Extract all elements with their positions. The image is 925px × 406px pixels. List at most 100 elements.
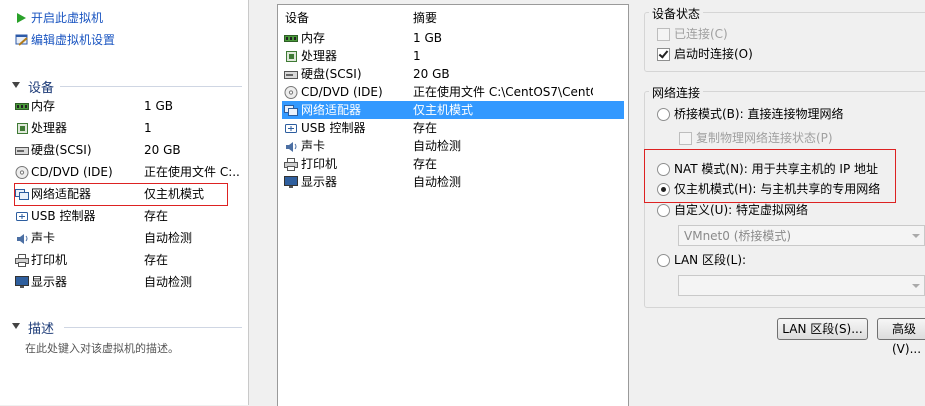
hard-disk-icon bbox=[15, 143, 29, 156]
section-divider bbox=[64, 327, 242, 328]
processor-icon bbox=[284, 50, 298, 62]
device-status-title: 设备状态 bbox=[649, 5, 704, 22]
description-section-header[interactable]: 描述 bbox=[12, 318, 54, 337]
device-list-item[interactable]: 打印机 存在 bbox=[15, 250, 240, 270]
edit-settings-link[interactable]: 编辑虚拟机设置 bbox=[15, 31, 115, 49]
device-summary: 存在 bbox=[144, 209, 169, 223]
replicate-state-label: 复制物理网络连接状态(P) bbox=[696, 131, 833, 145]
table-row[interactable]: 硬盘(SCSI) 20 GB bbox=[282, 65, 624, 83]
memory-icon bbox=[15, 99, 29, 112]
table-cell-summary: 20 GB bbox=[413, 67, 450, 81]
hard-disk-icon bbox=[284, 68, 298, 80]
device-list-item[interactable]: USB 控制器 存在 bbox=[15, 206, 240, 226]
lan-segments-button[interactable]: LAN 区段(S)... bbox=[777, 318, 868, 340]
table-row[interactable]: 打印机 存在 bbox=[282, 155, 624, 173]
description-input[interactable]: 在此处键入对该虚拟机的描述。 bbox=[25, 340, 179, 356]
device-name: 显示器 bbox=[31, 275, 68, 289]
memory-icon bbox=[284, 32, 298, 44]
chevron-down-icon bbox=[912, 284, 920, 288]
table-cell-summary: 存在 bbox=[413, 157, 438, 171]
chevron-down-icon bbox=[912, 234, 920, 238]
table-cell-summary: 正在使用文件 C:\CentOS7\CentOS-... bbox=[413, 85, 593, 99]
processor-icon bbox=[15, 121, 29, 134]
devices-section-title: 设备 bbox=[28, 81, 55, 96]
checkbox-icon bbox=[657, 28, 670, 41]
sound-card-icon bbox=[15, 231, 29, 244]
cd-dvd-icon bbox=[15, 165, 29, 179]
collapse-arrow-icon bbox=[12, 82, 20, 88]
edit-settings-label: 编辑虚拟机设置 bbox=[31, 33, 116, 47]
table-row[interactable]: 显示器 自动检测 bbox=[282, 173, 624, 191]
device-name: USB 控制器 bbox=[31, 209, 96, 223]
printer-icon bbox=[15, 253, 29, 267]
table-row[interactable]: 网络适配器 仅主机模式 bbox=[282, 101, 624, 119]
devices-section-header[interactable]: 设备 bbox=[12, 77, 54, 96]
display-icon bbox=[15, 275, 29, 288]
edit-settings-icon bbox=[15, 34, 28, 46]
power-on-link[interactable]: 开启此虚拟机 bbox=[15, 9, 103, 27]
lan-segment-label: LAN 区段(L): bbox=[674, 253, 747, 267]
device-list-item[interactable]: 声卡 自动检测 bbox=[15, 228, 240, 248]
network-adapter-icon bbox=[284, 104, 298, 116]
device-list-item[interactable]: CD/DVD (IDE) 正在使用文件 C:... bbox=[15, 162, 240, 182]
device-summary: 正在使用文件 C:... bbox=[144, 165, 240, 179]
table-row[interactable]: USB 控制器 存在 bbox=[282, 119, 624, 137]
power-on-label: 开启此虚拟机 bbox=[31, 11, 104, 25]
custom-network-select[interactable]: VMnet0 (桥接模式) bbox=[678, 225, 925, 246]
device-list-item[interactable]: 处理器 1 bbox=[15, 118, 240, 138]
device-summary: 自动检测 bbox=[144, 275, 193, 289]
device-list-item[interactable]: 显示器 自动检测 bbox=[15, 272, 240, 292]
play-icon bbox=[17, 13, 26, 23]
device-name: 处理器 bbox=[31, 121, 68, 135]
table-cell-summary: 自动检测 bbox=[413, 139, 462, 153]
device-summary: 1 bbox=[144, 121, 152, 135]
table-cell-summary: 1 bbox=[413, 49, 421, 63]
highlight-box bbox=[644, 149, 896, 203]
device-table: 设备 摘要 内存 1 GB 处理器 1 硬盘(SCSI) 20 GB CD/DVD (IDE… bbox=[277, 4, 629, 406]
device-name: CD/DVD (IDE) bbox=[31, 165, 113, 179]
table-cell-device: 网络适配器 bbox=[301, 103, 362, 117]
device-list-item[interactable]: 硬盘(SCSI) 20 GB bbox=[15, 140, 240, 160]
advanced-button[interactable]: 高级(V)... bbox=[877, 318, 925, 356]
lan-segment-select[interactable] bbox=[678, 275, 925, 296]
checkbox-icon bbox=[679, 132, 692, 145]
table-cell-device: CD/DVD (IDE) bbox=[301, 85, 383, 99]
device-summary: 存在 bbox=[144, 253, 169, 267]
device-name: 内存 bbox=[31, 99, 56, 113]
radio-icon bbox=[657, 204, 670, 217]
table-cell-summary: 存在 bbox=[413, 121, 438, 135]
table-row[interactable]: CD/DVD (IDE) 正在使用文件 C:\CentOS7\CentOS-... bbox=[282, 83, 624, 101]
sound-card-icon bbox=[284, 140, 298, 152]
device-name: 硬盘(SCSI) bbox=[31, 143, 92, 157]
bridged-label: 桥接模式(B): 直接连接物理网络 bbox=[674, 107, 844, 121]
table-row[interactable]: 声卡 自动检测 bbox=[282, 137, 624, 155]
table-cell-device: 硬盘(SCSI) bbox=[301, 67, 362, 81]
table-row[interactable]: 内存 1 GB bbox=[282, 29, 624, 47]
radio-icon bbox=[657, 254, 670, 267]
description-section-title: 描述 bbox=[28, 322, 55, 337]
device-list-item[interactable]: 内存 1 GB bbox=[15, 96, 240, 116]
table-cell-device: 显示器 bbox=[301, 175, 338, 189]
table-cell-device: USB 控制器 bbox=[301, 121, 366, 135]
vm-summary-panel: 开启此虚拟机 编辑虚拟机设置 设备 内存 1 GB 处理器 1 硬盘(SCSI) 20 G… bbox=[0, 0, 249, 405]
device-name: 打印机 bbox=[31, 253, 68, 267]
table-cell-device: 内存 bbox=[301, 31, 326, 45]
cd-dvd-icon bbox=[284, 86, 298, 99]
collapse-arrow-icon bbox=[12, 323, 20, 329]
display-icon bbox=[284, 176, 298, 188]
custom-network-value: VMnet0 (桥接模式) bbox=[684, 229, 792, 243]
device-summary: 自动检测 bbox=[144, 231, 193, 245]
table-cell-summary: 仅主机模式 bbox=[413, 103, 474, 117]
connect-at-power-on-label: 启动时连接(O) bbox=[674, 47, 753, 61]
connected-label: 已连接(C) bbox=[674, 27, 728, 41]
table-cell-device: 打印机 bbox=[301, 157, 338, 171]
custom-label: 自定义(U): 特定虚拟网络 bbox=[674, 203, 809, 217]
printer-icon bbox=[284, 158, 298, 171]
column-header-summary[interactable]: 摘要 bbox=[413, 9, 437, 27]
highlight-box bbox=[14, 183, 228, 206]
table-row[interactable]: 处理器 1 bbox=[282, 47, 624, 65]
device-summary: 20 GB bbox=[144, 143, 181, 157]
section-divider bbox=[60, 86, 242, 87]
device-summary: 1 GB bbox=[144, 99, 173, 113]
column-header-device[interactable]: 设备 bbox=[285, 9, 309, 27]
